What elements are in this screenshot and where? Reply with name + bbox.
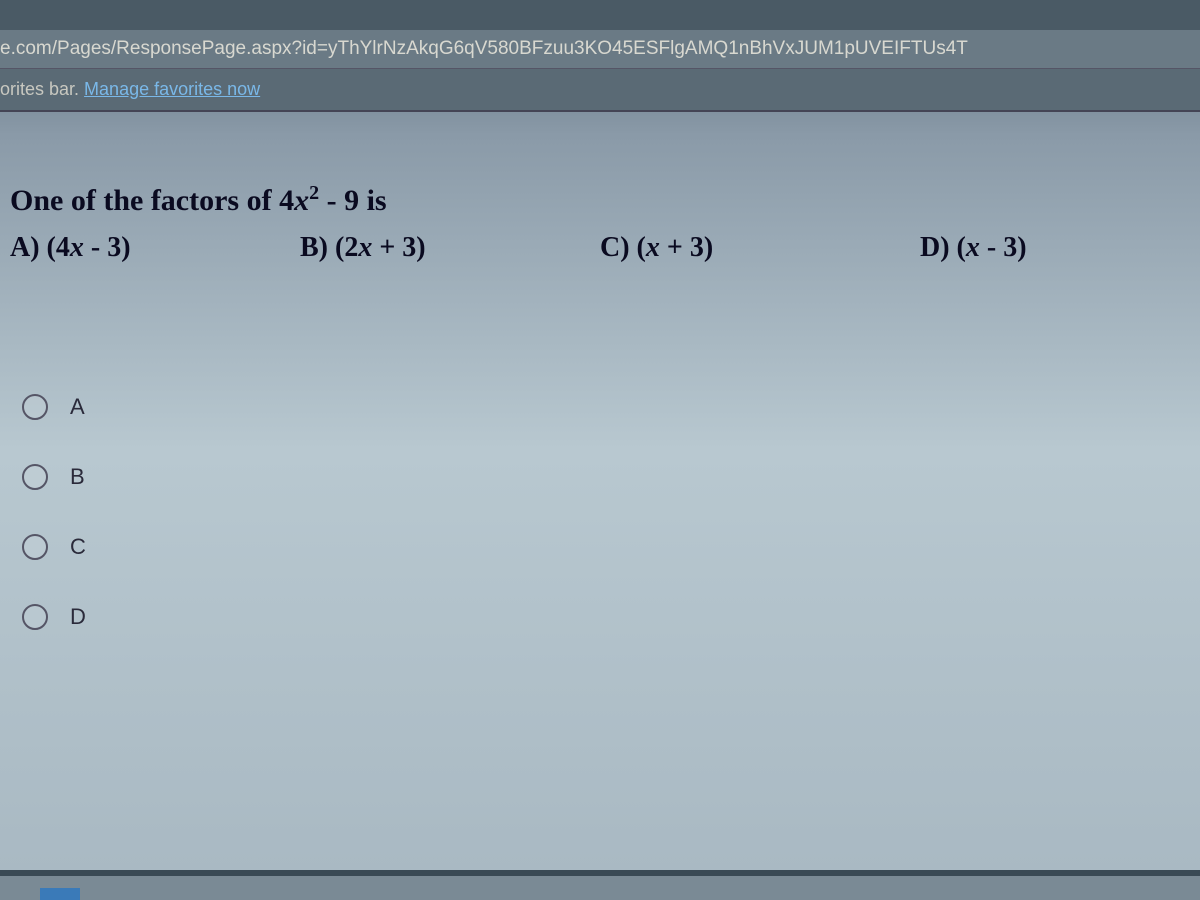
option-a-post: - 3): [84, 232, 131, 263]
option-c-pre: (: [630, 232, 646, 263]
radio-icon[interactable]: [22, 604, 48, 630]
option-b-var: x: [358, 232, 372, 263]
radio-icon[interactable]: [22, 534, 48, 560]
choice-a[interactable]: A: [22, 394, 1200, 420]
question-options: A) (4x - 3) B) (2x + 3) C) (x + 3) D) (x…: [10, 232, 1200, 264]
choice-b[interactable]: B: [22, 464, 1200, 490]
choice-a-label: A: [70, 394, 85, 420]
choice-d-label: D: [70, 604, 86, 630]
option-c-var: x: [646, 232, 660, 263]
question-stem: One of the factors of 4x2 - 9 is: [10, 182, 1200, 218]
option-a-pre: (4: [40, 232, 70, 263]
radio-icon[interactable]: [22, 394, 48, 420]
choice-d[interactable]: D: [22, 604, 1200, 630]
choice-c[interactable]: C: [22, 534, 1200, 560]
option-a-var: x: [70, 232, 84, 263]
option-d-post: - 3): [980, 232, 1027, 263]
stem-variable: x: [294, 184, 309, 217]
favorites-prefix: orites bar.: [0, 79, 84, 99]
option-c-post: + 3): [660, 232, 713, 263]
choice-b-label: B: [70, 464, 85, 490]
option-d-label: D): [920, 232, 950, 263]
option-a-label: A): [10, 232, 40, 263]
form-content: One of the factors of 4x2 - 9 is A) (4x …: [0, 112, 1200, 630]
answer-choices: A B C D: [10, 394, 1200, 630]
option-d: D) (x - 3): [920, 232, 1027, 264]
favorites-bar: orites bar. Manage favorites now: [0, 69, 1200, 112]
manage-favorites-link[interactable]: Manage favorites now: [84, 79, 260, 99]
option-b-label: B): [300, 232, 328, 263]
bottom-frame: [0, 870, 1200, 900]
option-d-pre: (: [950, 232, 966, 263]
stem-prefix: One of the factors of 4: [10, 184, 294, 217]
url-text: e.com/Pages/ResponsePage.aspx?id=yThYlrN…: [0, 38, 968, 59]
option-b-pre: (2: [328, 232, 358, 263]
choice-c-label: C: [70, 534, 86, 560]
stem-suffix: - 9 is: [319, 184, 387, 217]
option-c-label: C): [600, 232, 630, 263]
option-b-post: + 3): [372, 232, 425, 263]
radio-icon[interactable]: [22, 464, 48, 490]
taskbar-accent: [40, 888, 80, 900]
option-c: C) (x + 3): [600, 232, 920, 264]
window-top-bar: [0, 0, 1200, 30]
option-d-var: x: [966, 232, 980, 263]
option-b: B) (2x + 3): [300, 232, 600, 264]
question-block: One of the factors of 4x2 - 9 is A) (4x …: [10, 182, 1200, 264]
address-bar[interactable]: e.com/Pages/ResponsePage.aspx?id=yThYlrN…: [0, 30, 1200, 69]
option-a: A) (4x - 3): [10, 232, 300, 264]
stem-exponent: 2: [309, 182, 319, 204]
